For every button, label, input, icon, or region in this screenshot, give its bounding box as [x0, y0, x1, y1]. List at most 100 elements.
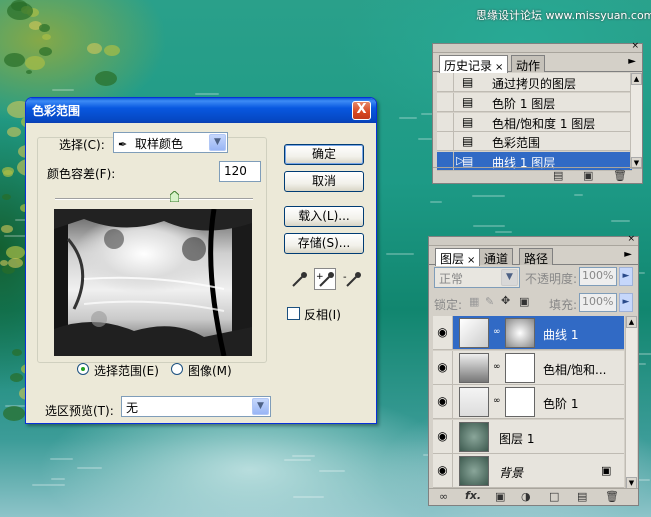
invert-label[interactable]: 反相(I) — [304, 306, 341, 323]
history-step-icon: ▤ — [462, 75, 474, 89]
mask-link-icon[interactable]: ∞ — [493, 362, 501, 372]
layer-row[interactable]: ◉ 图层 1 — [433, 419, 624, 454]
radio-selection[interactable] — [77, 363, 89, 375]
mask-link-icon[interactable]: ∞ — [493, 396, 501, 406]
chevron-down-icon[interactable]: ▼ — [252, 398, 269, 415]
eyedropper-plus-icon[interactable]: + — [314, 268, 336, 290]
new-document-icon[interactable]: ▤ — [553, 169, 563, 182]
blend-mode-dropdown[interactable]: 正常 ▼ — [434, 267, 520, 288]
close-button[interactable]: X — [352, 101, 371, 120]
close-icon[interactable]: × — [495, 62, 503, 73]
fill-arrow-icon[interactable]: ► — [619, 293, 633, 312]
close-icon[interactable]: × — [467, 255, 475, 266]
tab-layers[interactable]: 图层 × — [435, 248, 481, 266]
history-state-cell[interactable] — [437, 132, 454, 151]
lock-all-icon[interactable]: ▣ — [519, 295, 529, 308]
slider-thumb-icon — [169, 190, 180, 203]
adjustment-layer-icon[interactable]: ◑ — [521, 490, 531, 503]
svg-text:+: + — [316, 272, 324, 282]
layer-mask-thumbnail[interactable] — [505, 318, 535, 348]
watermark-text: 思缘设计论坛 www.missyuan.com — [476, 9, 651, 22]
load-button[interactable]: 载入(L)... — [284, 206, 364, 227]
visibility-eye-icon[interactable]: ◉ — [433, 350, 453, 384]
history-state-cell[interactable] — [437, 73, 454, 91]
fill-input[interactable]: 100% — [579, 293, 617, 312]
scroll-up-icon[interactable]: ▲ — [626, 316, 637, 328]
layer-mask-thumbnail[interactable] — [505, 352, 535, 383]
foliage-patch — [25, 56, 45, 70]
eyedropper-icon[interactable] — [288, 269, 310, 291]
history-item[interactable]: ▤ 通过拷贝的图层 — [437, 73, 632, 92]
water-ripple — [418, 138, 432, 140]
chevron-down-icon[interactable]: ▼ — [209, 134, 226, 151]
radio-image[interactable] — [171, 363, 183, 375]
tab-paths[interactable]: 路径 — [519, 248, 554, 266]
tab-channels[interactable]: 通道 — [479, 248, 514, 266]
opacity-arrow-icon[interactable]: ► — [619, 267, 633, 286]
layer-style-icon[interactable]: fx. — [465, 489, 481, 502]
layer-row[interactable]: ◉ ∞ 色相/饱和... — [433, 350, 624, 385]
foliage-patch — [42, 34, 51, 40]
new-layer-icon[interactable]: ▤ — [577, 490, 587, 503]
eyedropper-minus-icon[interactable]: - — [342, 269, 364, 291]
tab-history-label: 历史记录 — [444, 59, 493, 73]
cancel-button[interactable]: 取消 — [284, 171, 364, 192]
history-item[interactable]: ▤ 色相/饱和度 1 图层 — [437, 112, 632, 132]
panel-menu-icon[interactable]: ► — [624, 249, 632, 260]
snapshot-icon[interactable]: ▣ — [583, 169, 593, 182]
history-panel: × 历史记录 × 动作 ► ▤ 通过拷贝的图层 ▤ 色阶 1 图层 ▤ 色相/饱和度 1 图… — [432, 41, 643, 184]
layer-mask-icon[interactable]: ▣ — [495, 490, 505, 503]
tab-actions[interactable]: 动作 — [511, 55, 546, 73]
save-button[interactable]: 存储(S)... — [284, 233, 364, 254]
radio-image-label[interactable]: 图像(M) — [188, 362, 232, 379]
lock-transparency-icon[interactable]: ▦ — [469, 295, 479, 308]
preview-mode-dropdown[interactable]: 无 ▼ — [121, 396, 271, 417]
fuzziness-slider-thumb[interactable] — [169, 190, 180, 203]
opacity-label: 不透明度: — [525, 272, 578, 286]
chevron-down-icon[interactable]: ▼ — [501, 269, 518, 286]
tab-history[interactable]: 历史记录 × — [439, 55, 509, 73]
panel-grip[interactable]: × — [433, 41, 642, 53]
history-scrollbar[interactable]: ▲ ▼ — [630, 73, 642, 169]
mask-link-icon[interactable]: ∞ — [493, 327, 501, 337]
opacity-input[interactable]: 100% — [579, 267, 617, 286]
history-item[interactable]: ▤ 色彩范围 — [437, 132, 632, 152]
layer-row[interactable]: ◉ 背景 ▣ — [433, 454, 624, 489]
history-state-cell[interactable] — [437, 92, 454, 111]
trash-icon[interactable]: 🗑 — [605, 490, 619, 503]
layer-name: 图层 1 — [499, 431, 535, 446]
visibility-eye-icon[interactable]: ◉ — [433, 419, 453, 453]
layers-panel: × 图层 × 通道 路径 ► 正常 ▼ 不透明度: 100% ► 锁定: ▦ ✎ … — [428, 234, 639, 506]
visibility-eye-icon[interactable]: ◉ — [433, 454, 453, 488]
history-state-cell[interactable] — [437, 112, 454, 131]
history-item-label: 通过拷贝的图层 — [492, 77, 577, 91]
close-icon[interactable]: × — [627, 234, 635, 244]
lock-move-icon[interactable]: ✥ — [501, 294, 510, 307]
visibility-eye-icon[interactable]: ◉ — [433, 385, 453, 419]
trash-icon[interactable]: 🗑 — [613, 169, 627, 182]
panel-menu-icon[interactable]: ► — [628, 56, 636, 67]
new-group-icon[interactable]: □ — [549, 490, 559, 503]
fuzziness-input[interactable]: 120 — [219, 161, 261, 182]
blend-mode-value: 正常 — [439, 272, 464, 286]
radio-selection-label[interactable]: 选择范围(E) — [94, 362, 159, 379]
fuzziness-slider-track[interactable] — [55, 198, 253, 200]
layer-mask-thumbnail[interactable] — [505, 387, 535, 418]
lock-paint-icon[interactable]: ✎ — [485, 295, 494, 308]
layer-thumbnail — [459, 421, 489, 452]
invert-checkbox[interactable] — [287, 307, 300, 320]
visibility-eye-icon[interactable]: ◉ — [433, 316, 453, 349]
layer-row[interactable]: ◉ ∞ 曲线 1 — [433, 316, 624, 350]
panel-grip[interactable]: × — [429, 234, 638, 246]
history-item[interactable]: ▤ 色阶 1 图层 — [437, 92, 632, 112]
layer-row[interactable]: ◉ ∞ 色阶 1 — [433, 385, 624, 420]
foliage-patch — [2, 194, 11, 200]
select-dropdown[interactable]: ✒ 取样颜色 ▼ — [113, 132, 228, 153]
scroll-up-icon[interactable]: ▲ — [631, 73, 642, 85]
ok-button[interactable]: 确定 — [284, 144, 364, 165]
close-icon[interactable]: × — [631, 41, 639, 51]
layers-scrollbar[interactable]: ▲ ▼ — [625, 316, 637, 489]
link-layers-icon[interactable]: ∞ — [439, 490, 448, 503]
layer-thumbnail — [459, 387, 489, 418]
dialog-titlebar[interactable]: 色彩范围 X — [26, 98, 376, 123]
